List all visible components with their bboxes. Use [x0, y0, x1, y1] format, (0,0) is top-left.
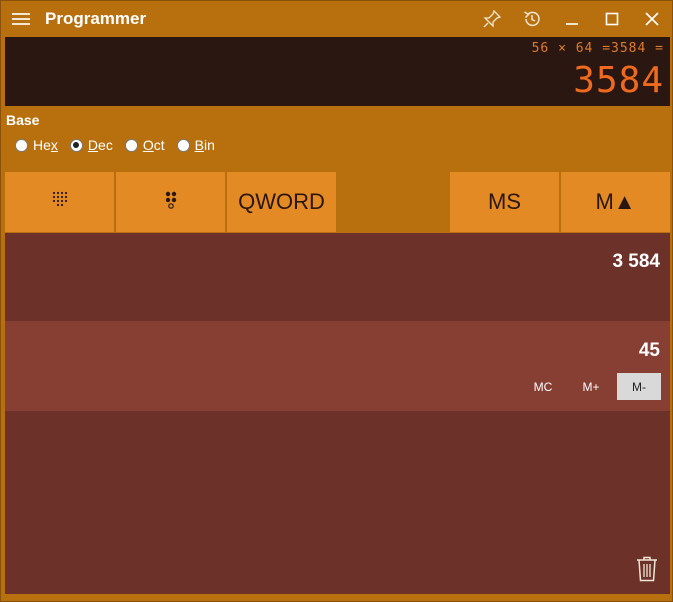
- calculator-display: 56 × 64 =3584 = 3584: [5, 37, 670, 106]
- radio-dec-circle[interactable]: [69, 138, 83, 152]
- radio-bin-circle[interactable]: [176, 138, 190, 152]
- pin-icon[interactable]: [472, 1, 512, 37]
- history-icon[interactable]: [512, 1, 552, 37]
- base-radio-group: Hex Dec Oct Bin: [15, 137, 227, 153]
- maximize-icon[interactable]: [592, 1, 632, 37]
- minimize-icon[interactable]: [552, 1, 592, 37]
- memory-list-button[interactable]: M▲: [561, 172, 670, 232]
- word-size-button[interactable]: QWORD: [227, 172, 336, 232]
- memory-item-value: 45: [638, 340, 660, 361]
- memory-item-value: 3 584: [612, 251, 660, 272]
- memory-add-button[interactable]: M+: [569, 373, 613, 400]
- close-icon[interactable]: [632, 1, 672, 37]
- calculator-window: Programmer 56 × 64 =3584 = 3584 Base Hex…: [0, 0, 673, 602]
- radio-dec-label: Dec: [87, 137, 113, 153]
- radio-dec[interactable]: Dec: [69, 137, 113, 153]
- radio-hex-label: Hex: [33, 137, 58, 153]
- memory-store-button[interactable]: MS: [450, 172, 559, 232]
- radio-bin[interactable]: Bin: [176, 137, 215, 153]
- radio-oct[interactable]: Oct: [124, 137, 165, 153]
- bit-toggle-keypad-button[interactable]: [116, 172, 225, 232]
- full-keypad-button[interactable]: [5, 172, 114, 232]
- bit-toggle-icon: [163, 189, 179, 215]
- radio-oct-circle[interactable]: [124, 138, 138, 152]
- keypad-toolbar: QWORD MS M▲: [5, 172, 670, 232]
- memory-panel: 3 584 45 MC M+ M-: [5, 233, 670, 594]
- memory-clear-button[interactable]: MC: [521, 373, 565, 400]
- radio-hex[interactable]: Hex: [15, 137, 58, 153]
- window-title: Programmer: [45, 9, 147, 28]
- radio-oct-label: Oct: [142, 137, 165, 153]
- memory-subtract-button[interactable]: M-: [617, 373, 661, 400]
- memory-item[interactable]: 45 MC M+ M-: [5, 321, 670, 411]
- radio-bin-label: Bin: [194, 137, 215, 153]
- title-bar: Programmer: [1, 1, 672, 37]
- keypad-dots-icon: [52, 189, 68, 215]
- trash-icon[interactable]: [636, 556, 658, 582]
- result-value: 3584: [573, 60, 664, 101]
- memory-item[interactable]: 3 584: [5, 233, 670, 321]
- expression-text: 56 × 64 =3584 =: [531, 41, 664, 56]
- menu-icon[interactable]: [1, 1, 41, 37]
- radio-hex-circle[interactable]: [15, 138, 28, 152]
- base-label: Base: [6, 112, 40, 128]
